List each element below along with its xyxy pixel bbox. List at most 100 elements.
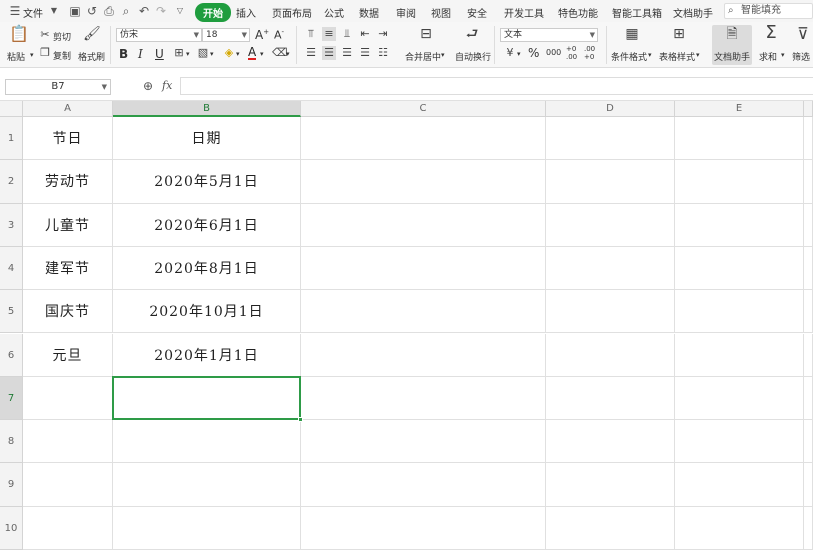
cell-f7[interactable]: [804, 376, 813, 421]
number-format-select[interactable]: 文本 ▼: [500, 28, 598, 42]
thousands-separator-button[interactable]: 000: [546, 48, 561, 57]
cell-c1[interactable]: [301, 117, 546, 161]
paste-button[interactable]: 粘贴: [7, 50, 25, 63]
row-header-9[interactable]: 9: [0, 463, 23, 507]
doc-assistant-button[interactable]: 文档助手: [714, 50, 750, 63]
cell-e10[interactable]: [675, 506, 804, 550]
cell-c8[interactable]: [301, 420, 546, 464]
paste-icon[interactable]: 📋: [9, 26, 29, 42]
decrease-indent-icon[interactable]: ⇤: [358, 27, 372, 41]
align-bottom-icon[interactable]: ⫫: [340, 27, 354, 41]
borders-icon[interactable]: ⊞: [172, 46, 186, 60]
align-right-icon[interactable]: ☰: [340, 46, 354, 60]
tab-page-layout[interactable]: 页面布局: [272, 5, 312, 20]
fill-color-icon[interactable]: ◈: [222, 46, 236, 60]
cell-e5[interactable]: [675, 290, 804, 334]
cell-e3[interactable]: [675, 203, 804, 247]
merge-center-icon[interactable]: ⊟: [416, 26, 436, 42]
undo-icon[interactable]: ↶: [137, 4, 151, 18]
cell-e1[interactable]: [675, 117, 804, 161]
tab-security[interactable]: 安全: [467, 5, 487, 20]
cut-button[interactable]: 剪切: [53, 30, 71, 43]
chevron-down-icon[interactable]: ▼: [47, 4, 61, 18]
distributed-align-icon[interactable]: ☷: [376, 46, 390, 60]
align-top-icon[interactable]: ⫪: [304, 27, 318, 41]
conditional-format-dropdown-icon[interactable]: ▾: [648, 51, 652, 59]
cell-a8[interactable]: [23, 420, 113, 464]
copy-button[interactable]: 复制: [53, 49, 71, 62]
cell-f6[interactable]: [804, 333, 813, 377]
cell-d10[interactable]: [546, 506, 675, 550]
cell-c2[interactable]: [301, 160, 546, 204]
cell-f1[interactable]: [804, 117, 813, 161]
cell-d6[interactable]: [546, 333, 675, 377]
copy-icon[interactable]: ❐: [38, 46, 52, 60]
percent-button[interactable]: %: [528, 46, 539, 60]
row-header-10[interactable]: 10: [0, 506, 23, 550]
format-painter-icon[interactable]: 🖌: [83, 26, 101, 42]
scissors-icon[interactable]: ✂: [38, 28, 52, 42]
column-header-d[interactable]: D: [546, 101, 675, 117]
name-box[interactable]: B7 ▼: [5, 79, 111, 95]
row-header-5[interactable]: 5: [0, 290, 23, 334]
fx-icon[interactable]: fx: [162, 79, 172, 92]
cell-f2[interactable]: [804, 160, 813, 204]
cell-e9[interactable]: [675, 463, 804, 507]
tab-doc-assistant[interactable]: 文档助手: [673, 5, 713, 20]
font-size-select[interactable]: 18 ▼: [202, 28, 250, 42]
cell-d4[interactable]: [546, 246, 675, 291]
borders-dropdown-icon[interactable]: ▾: [186, 50, 190, 58]
column-header-b[interactable]: B: [113, 101, 301, 117]
cell-a4[interactable]: 建军节: [23, 246, 113, 291]
paste-dropdown-icon[interactable]: ▾: [30, 51, 34, 59]
justify-icon[interactable]: ☰: [358, 46, 372, 60]
select-all-corner[interactable]: [0, 101, 23, 117]
cell-b6[interactable]: 2020年1月1日: [113, 333, 301, 377]
row-header-8[interactable]: 8: [0, 420, 23, 464]
tab-data[interactable]: 数据: [359, 5, 379, 20]
filter-button[interactable]: 筛选: [792, 50, 810, 63]
cell-d8[interactable]: [546, 420, 675, 464]
print-icon[interactable]: ⎙: [102, 4, 116, 18]
align-middle-icon[interactable]: ≡: [322, 27, 336, 41]
cell-f4[interactable]: [804, 246, 813, 291]
cell-a5[interactable]: 国庆节: [23, 290, 113, 334]
font-color-icon[interactable]: A: [248, 46, 257, 60]
cell-c7[interactable]: [301, 376, 546, 421]
row-header-2[interactable]: 2: [0, 160, 23, 204]
cell-a3[interactable]: 儿童节: [23, 203, 113, 247]
conditional-format-button[interactable]: 条件格式: [611, 50, 647, 63]
conditional-format-icon[interactable]: ▦: [622, 26, 642, 42]
cell-f9[interactable]: [804, 463, 813, 507]
increase-font-size-icon[interactable]: A+: [255, 28, 269, 42]
tab-developer[interactable]: 开发工具: [504, 5, 544, 20]
clear-dropdown-icon[interactable]: ▾: [286, 50, 290, 58]
formula-input[interactable]: [180, 77, 813, 95]
cell-style-dropdown-icon[interactable]: ▾: [210, 50, 214, 58]
table-style-dropdown-icon[interactable]: ▾: [696, 51, 700, 59]
row-header-3[interactable]: 3: [0, 203, 23, 247]
fill-color-dropdown-icon[interactable]: ▾: [236, 50, 240, 58]
row-header-6[interactable]: 6: [0, 333, 23, 377]
hamburger-menu-icon[interactable]: ☰: [8, 4, 22, 18]
quick-access-dropdown-icon[interactable]: ▽: [173, 4, 187, 18]
italic-button[interactable]: I: [138, 47, 143, 61]
sum-dropdown-icon[interactable]: ▾: [781, 51, 785, 59]
align-left-icon[interactable]: ☰: [304, 46, 318, 60]
cell-f3[interactable]: [804, 203, 813, 247]
tab-home[interactable]: 开始: [195, 3, 231, 22]
font-name-select[interactable]: 仿宋 ▼: [116, 28, 202, 42]
merge-dropdown-icon[interactable]: ▾: [441, 51, 445, 59]
cell-e7[interactable]: [675, 376, 804, 421]
cell-d9[interactable]: [546, 463, 675, 507]
cell-e2[interactable]: [675, 160, 804, 204]
cell-e6[interactable]: [675, 333, 804, 377]
cell-a10[interactable]: [23, 506, 113, 550]
cell-b2[interactable]: 2020年5月1日: [113, 160, 301, 204]
cell-c4[interactable]: [301, 246, 546, 291]
increase-indent-icon[interactable]: ⇥: [376, 27, 390, 41]
tab-special-features[interactable]: 特色功能: [558, 5, 598, 20]
cell-b9[interactable]: [113, 463, 301, 507]
cell-b10[interactable]: [113, 506, 301, 550]
tab-formulas[interactable]: 公式: [324, 5, 344, 20]
